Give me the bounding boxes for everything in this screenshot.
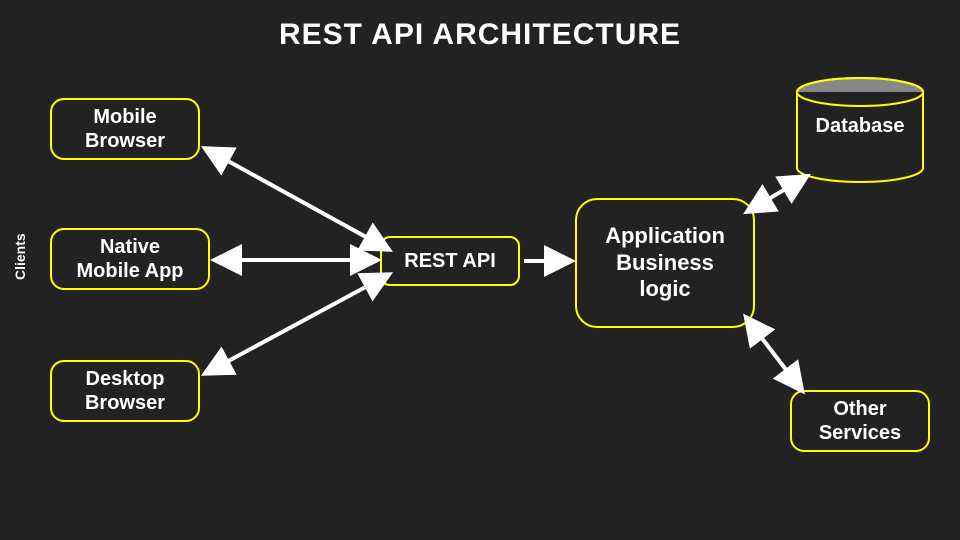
node-label: ApplicationBusinesslogic [605, 223, 725, 302]
node-mobile-browser: MobileBrowser [50, 98, 200, 160]
node-label: REST API [404, 249, 496, 273]
node-database-label: Database [795, 115, 925, 138]
node-desktop-browser: DesktopBrowser [50, 360, 200, 422]
node-rest-api: REST API [380, 236, 520, 286]
node-app-logic: ApplicationBusinesslogic [575, 198, 755, 328]
node-other-services: OtherServices [790, 390, 930, 452]
node-native-app: NativeMobile App [50, 228, 210, 290]
diagram-title: REST API ARCHITECTURE [0, 18, 960, 52]
node-label: OtherServices [819, 397, 901, 445]
node-label: MobileBrowser [85, 105, 165, 153]
clients-group-label: Clients [12, 233, 28, 280]
node-label: DesktopBrowser [85, 367, 165, 415]
node-label: NativeMobile App [76, 235, 183, 283]
